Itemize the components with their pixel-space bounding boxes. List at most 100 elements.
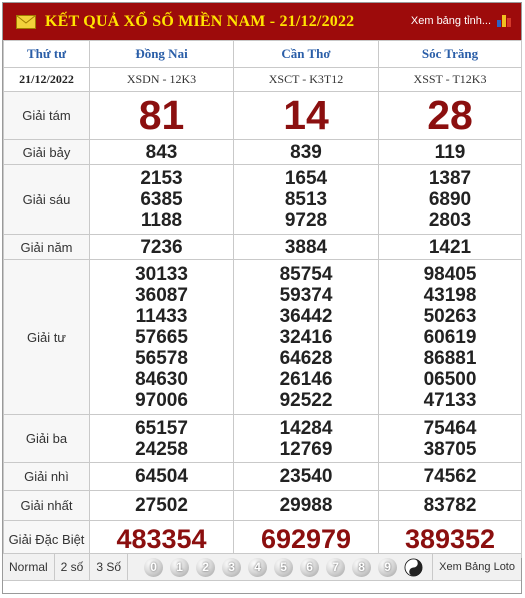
digit-9-ball[interactable]: 9 bbox=[378, 557, 398, 577]
prize-cell: 23540 bbox=[233, 462, 379, 491]
prize-number: 29988 bbox=[279, 495, 333, 516]
mode-normal-button[interactable]: Normal bbox=[3, 553, 55, 581]
prize-row: Giải tám 81 14 28 bbox=[3, 91, 522, 140]
prize-number: 14284 bbox=[279, 417, 333, 439]
digit-1-ball[interactable]: 1 bbox=[170, 557, 190, 577]
prize-cell: 81 bbox=[89, 91, 234, 140]
prize-number: 389352 bbox=[404, 523, 496, 554]
prize-number: 843 bbox=[145, 141, 178, 163]
prize-number: 84630 bbox=[135, 368, 188, 390]
mail-icon bbox=[16, 14, 36, 29]
prize-number: 64504 bbox=[135, 466, 188, 487]
prize-cell: 74562 bbox=[378, 462, 522, 491]
view-loto-table-link[interactable]: Xem Bảng Loto bbox=[432, 553, 521, 581]
prize-number: 36087 bbox=[135, 284, 188, 306]
prize-number: 3884 bbox=[284, 236, 328, 258]
prize-number: 30133 bbox=[135, 263, 188, 285]
prize-number: 65157 bbox=[135, 417, 188, 439]
prize-number: 36442 bbox=[279, 305, 333, 327]
province-code: XSDN - 12K3 bbox=[89, 67, 234, 92]
prize-label: Giải năm bbox=[3, 234, 90, 260]
prize-label: Giải ba bbox=[3, 414, 90, 463]
prize-number: 98405 bbox=[423, 263, 477, 285]
prize-cell: 98405 43198 50263 60619 86881 06500 47133 bbox=[378, 259, 522, 415]
prize-number: 692979 bbox=[260, 523, 352, 554]
prize-cell: 64504 bbox=[89, 462, 234, 491]
prize-number: 1188 bbox=[140, 210, 183, 231]
prize-number: 26146 bbox=[279, 368, 333, 390]
prize-cell: 2153 6385 1188 bbox=[89, 164, 234, 235]
mode-3-digit-button[interactable]: 3 Số bbox=[90, 553, 129, 581]
results-panel: KẾT QUẢ XỔ SỐ MIỀN NAM - 21/12/2022 Xem … bbox=[2, 2, 522, 594]
digit-6-ball[interactable]: 6 bbox=[300, 557, 320, 577]
prize-number: 7236 bbox=[140, 236, 183, 258]
prize-number: 38705 bbox=[423, 438, 477, 460]
yin-yang-icon[interactable] bbox=[404, 557, 424, 577]
view-province-table-link[interactable]: Xem bảng tỉnh... bbox=[411, 15, 491, 27]
prize-number: 06500 bbox=[423, 368, 477, 390]
prize-number: 23540 bbox=[279, 466, 333, 487]
prize-number: 85754 bbox=[279, 263, 333, 285]
province-code-row: 21/12/2022 XSDN - 12K3 XSCT - K3T12 XSST - … bbox=[3, 67, 522, 92]
province-code: XSST - T12K3 bbox=[378, 67, 522, 92]
prize-number: 8513 bbox=[284, 189, 328, 210]
digit-4-ball[interactable]: 4 bbox=[248, 557, 268, 577]
prize-number: 92522 bbox=[279, 389, 333, 411]
prize-cell: 1421 bbox=[378, 234, 522, 260]
prize-number: 57665 bbox=[135, 326, 188, 348]
prize-number: 75464 bbox=[423, 417, 477, 439]
prize-row: Giải nhì 64504 23540 74562 bbox=[3, 462, 522, 491]
prize-label: Giải tám bbox=[3, 91, 90, 140]
prize-number: 483354 bbox=[116, 523, 207, 554]
prize-label: Giải sáu bbox=[3, 164, 90, 235]
prize-number: 83782 bbox=[423, 495, 477, 516]
province-name[interactable]: Cần Thơ bbox=[233, 40, 379, 68]
digit-0-ball[interactable]: 0 bbox=[144, 557, 164, 577]
prize-number: 50263 bbox=[423, 305, 477, 327]
weekday-cell: Thứ tư bbox=[3, 40, 90, 68]
prize-row: Giải Đặc Biệt 483354 692979 389352 bbox=[3, 520, 522, 558]
prize-number: 12769 bbox=[279, 438, 333, 460]
mode-2-digit-button[interactable]: 2 số bbox=[55, 553, 91, 581]
prize-number: 9728 bbox=[284, 210, 328, 231]
prize-cell: 692979 bbox=[233, 520, 379, 558]
prize-cell: 29988 bbox=[233, 490, 379, 521]
digit-2-ball[interactable]: 2 bbox=[196, 557, 216, 577]
results-header: KẾT QUẢ XỔ SỐ MIỀN NAM - 21/12/2022 Xem … bbox=[3, 3, 521, 40]
prize-cell: 14284 12769 bbox=[233, 414, 379, 463]
prize-cell: 30133 36087 11433 57665 56578 84630 97006 bbox=[89, 259, 234, 415]
draw-date: 21/12/2022 bbox=[3, 67, 90, 92]
prize-cell: 28 bbox=[378, 91, 522, 140]
digit-8-ball[interactable]: 8 bbox=[352, 557, 372, 577]
prize-number: 119 bbox=[434, 141, 466, 163]
province-code: XSCT - K3T12 bbox=[233, 67, 379, 92]
digit-7-ball[interactable]: 7 bbox=[326, 557, 346, 577]
prize-row: Giải bảy 843 839 119 bbox=[3, 139, 522, 165]
province-header-row: Thứ tư Đồng Nai Cần Thơ Sóc Trăng bbox=[3, 40, 522, 68]
prize-cell: 1387 6890 2803 bbox=[378, 164, 522, 235]
prize-number: 59374 bbox=[279, 284, 333, 306]
digit-5-ball[interactable]: 5 bbox=[274, 557, 294, 577]
province-name[interactable]: Đồng Nai bbox=[89, 40, 234, 68]
prize-cell: 65157 24258 bbox=[89, 414, 234, 463]
prize-number: 74562 bbox=[423, 466, 477, 487]
prize-row: Giải tư 30133 36087 11433 57665 56578 84630 970… bbox=[3, 259, 522, 415]
prize-number: 6385 bbox=[140, 189, 183, 210]
page-title: KẾT QUẢ XỔ SỐ MIỀN NAM - 21/12/2022 bbox=[45, 12, 355, 30]
prize-number: 11433 bbox=[135, 305, 188, 327]
prize-number: 28 bbox=[427, 92, 473, 138]
prize-number: 43198 bbox=[423, 284, 477, 306]
prize-number: 97006 bbox=[135, 389, 188, 411]
prize-number: 47133 bbox=[423, 389, 477, 411]
prize-number: 1654 bbox=[284, 168, 328, 189]
digit-3-ball[interactable]: 3 bbox=[222, 557, 242, 577]
prize-number: 81 bbox=[138, 92, 185, 138]
prize-number: 1421 bbox=[428, 236, 472, 258]
prize-label: Giải tư bbox=[3, 259, 90, 415]
bar-chart-icon[interactable] bbox=[496, 12, 512, 28]
prize-label: Giải Đặc Biệt bbox=[3, 520, 90, 558]
prize-label: Giải nhì bbox=[3, 462, 90, 491]
prize-number: 6890 bbox=[428, 189, 472, 210]
province-name[interactable]: Sóc Trăng bbox=[378, 40, 522, 68]
prize-cell: 3884 bbox=[233, 234, 379, 260]
